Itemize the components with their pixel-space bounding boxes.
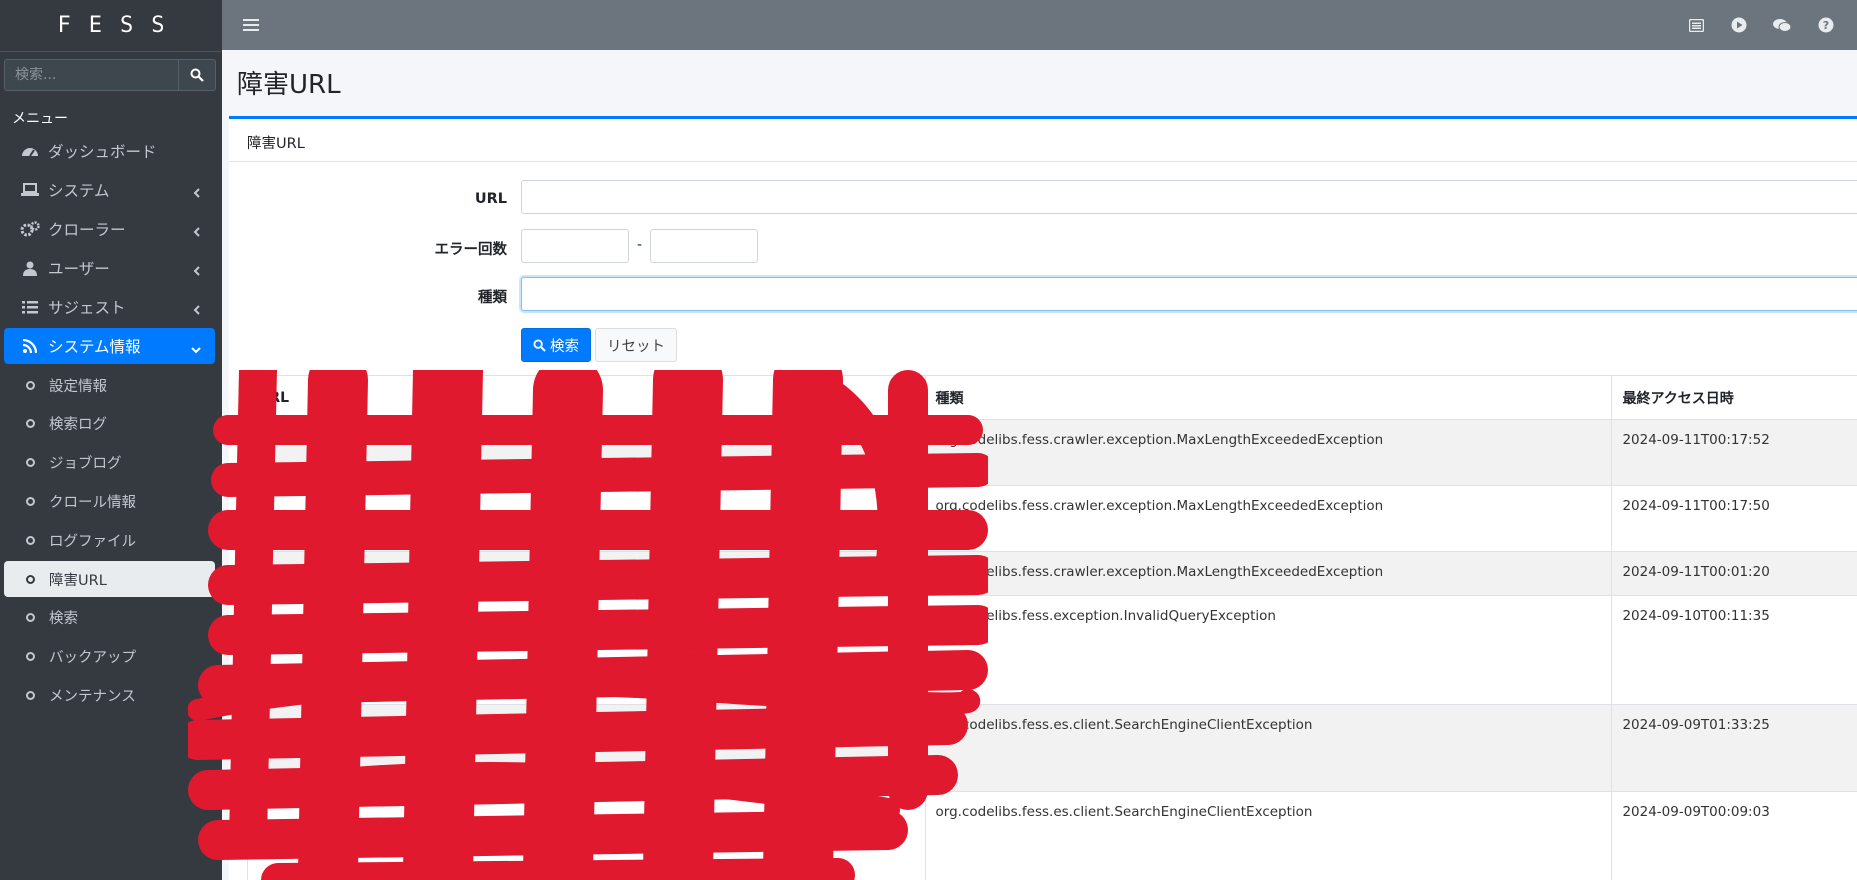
chevron-left-icon <box>193 301 201 319</box>
url-label: URL <box>474 191 507 207</box>
sidebar-item-label: ダッシュボード <box>48 143 157 161</box>
page-title: 障害URL <box>237 70 341 100</box>
sidebar-item-label: ユーザー <box>48 260 110 278</box>
sidebar-subitem-search-log[interactable]: 検索ログ <box>4 405 215 441</box>
sidebar-subitem-label: 検索 <box>49 610 78 627</box>
circle-icon <box>26 574 35 584</box>
play-circle-icon[interactable] <box>1730 16 1748 34</box>
sidebar-subitem-label: 障害URL <box>49 572 107 589</box>
sidebar-item-system-info[interactable]: システム情報 <box>4 328 215 364</box>
reset-button[interactable]: リセット <box>595 328 677 362</box>
type-cell: org.codelibs.fess.exception.InvalidQuery… <box>924 595 1613 705</box>
type-cell: org.codelibs.fess.es.client.SearchEngine… <box>924 791 1613 880</box>
redaction-scribble <box>188 370 988 880</box>
time-cell: 2024-09-10T00:11:35 <box>1611 595 1857 705</box>
dashboard-icon <box>20 143 40 159</box>
circle-icon <box>26 496 35 506</box>
sidebar-item-label: サジェスト <box>48 299 126 317</box>
sidebar-item-label: クローラー <box>48 221 126 239</box>
comments-icon[interactable] <box>1773 16 1791 34</box>
sidebar-item-dashboard[interactable]: ダッシュボード <box>4 133 215 169</box>
time-cell: 2024-09-09T01:33:25 <box>1611 704 1857 792</box>
sidebar-subitem-label: クロール情報 <box>49 494 136 511</box>
sidebar-item-user[interactable]: ユーザー <box>4 250 215 286</box>
sidebar-item-label: システム情報 <box>48 338 141 356</box>
circle-icon <box>26 418 35 428</box>
circle-icon <box>26 380 35 390</box>
column-header-type: 種類 <box>924 375 1613 420</box>
card-title: 障害URL <box>229 119 1857 162</box>
brand-logo[interactable]: FESS <box>0 0 222 52</box>
chevron-down-icon <box>191 340 201 358</box>
time-cell: 2024-09-11T00:17:50 <box>1611 485 1857 552</box>
list-alt-icon[interactable] <box>1687 16 1705 34</box>
time-cell: 2024-09-11T00:01:20 <box>1611 551 1857 596</box>
sidebar-subitem-search[interactable]: 検索 <box>4 599 215 635</box>
error-count-label: エラー回数 <box>434 242 508 258</box>
sidebar-search <box>4 59 216 91</box>
sidebar-item-crawler[interactable]: クローラー <box>4 211 215 247</box>
circle-icon <box>26 457 35 467</box>
sidebar-search-input[interactable] <box>4 59 178 91</box>
error-count-max-input[interactable] <box>650 229 758 263</box>
cogs-icon <box>20 221 40 237</box>
type-cell: org.codelibs.fess.crawler.exception.MaxL… <box>924 419 1613 486</box>
circle-icon <box>26 690 35 700</box>
type-cell: org.codelibs.fess.crawler.exception.MaxL… <box>924 485 1613 552</box>
time-cell: 2024-09-09T00:09:03 <box>1611 791 1857 880</box>
hamburger-menu-icon[interactable] <box>242 16 260 34</box>
column-header-last-access: 最終アクセス日時 <box>1611 375 1857 420</box>
search-button-label: 検索 <box>550 338 579 355</box>
range-separator: - <box>637 237 643 253</box>
url-input[interactable] <box>521 180 1857 214</box>
sidebar-item-system[interactable]: システム <box>4 172 215 208</box>
sidebar-search-button[interactable] <box>178 59 216 91</box>
type-cell: org.codelibs.fess.es.client.SearchEngine… <box>924 704 1613 792</box>
chevron-left-icon <box>193 184 201 202</box>
sidebar-subitem-log-file[interactable]: ログファイル <box>4 522 215 558</box>
menu-header: メニュー <box>12 111 68 127</box>
type-input[interactable] <box>521 277 1857 311</box>
sidebar-item-label: システム <box>48 182 110 200</box>
search-button[interactable]: 検索 <box>521 328 591 362</box>
laptop-icon <box>20 182 40 198</box>
chevron-left-icon <box>193 223 201 241</box>
search-icon <box>533 338 546 352</box>
sidebar-subitem-label: バックアップ <box>49 649 136 666</box>
sidebar-subitem-maintenance[interactable]: メンテナンス <box>4 677 215 713</box>
sidebar-subitem-label: 検索ログ <box>49 416 107 433</box>
sidebar-subitem-label: ログファイル <box>49 533 136 550</box>
top-navbar: ? <box>222 0 1857 50</box>
sidebar-subitem-label: ジョブログ <box>49 455 122 472</box>
time-cell: 2024-09-11T00:17:52 <box>1611 419 1857 486</box>
type-cell: org.codelibs.fess.crawler.exception.MaxL… <box>924 551 1613 596</box>
circle-icon <box>26 612 35 622</box>
sidebar-subitem-label: メンテナンス <box>49 688 136 705</box>
svg-text:?: ? <box>1823 19 1829 32</box>
circle-icon <box>26 651 35 661</box>
sidebar-subitem-failure-url[interactable]: 障害URL <box>4 561 215 597</box>
rss-icon <box>20 338 40 354</box>
sidebar-subitem-crawl-info[interactable]: クロール情報 <box>4 483 215 519</box>
chevron-left-icon <box>193 262 201 280</box>
sidebar-subitem-settings-info[interactable]: 設定情報 <box>4 367 215 403</box>
list-icon <box>20 299 40 315</box>
user-icon <box>20 260 40 276</box>
type-label: 種類 <box>478 290 507 306</box>
question-circle-icon[interactable]: ? <box>1817 16 1835 34</box>
circle-icon <box>26 535 35 545</box>
sidebar-subitem-job-log[interactable]: ジョブログ <box>4 444 215 480</box>
error-count-min-input[interactable] <box>521 229 629 263</box>
search-icon <box>190 68 204 82</box>
sidebar-item-suggest[interactable]: サジェスト <box>4 289 215 325</box>
sidebar-subitem-backup[interactable]: バックアップ <box>4 638 215 674</box>
sidebar-subitem-label: 設定情報 <box>49 378 107 395</box>
